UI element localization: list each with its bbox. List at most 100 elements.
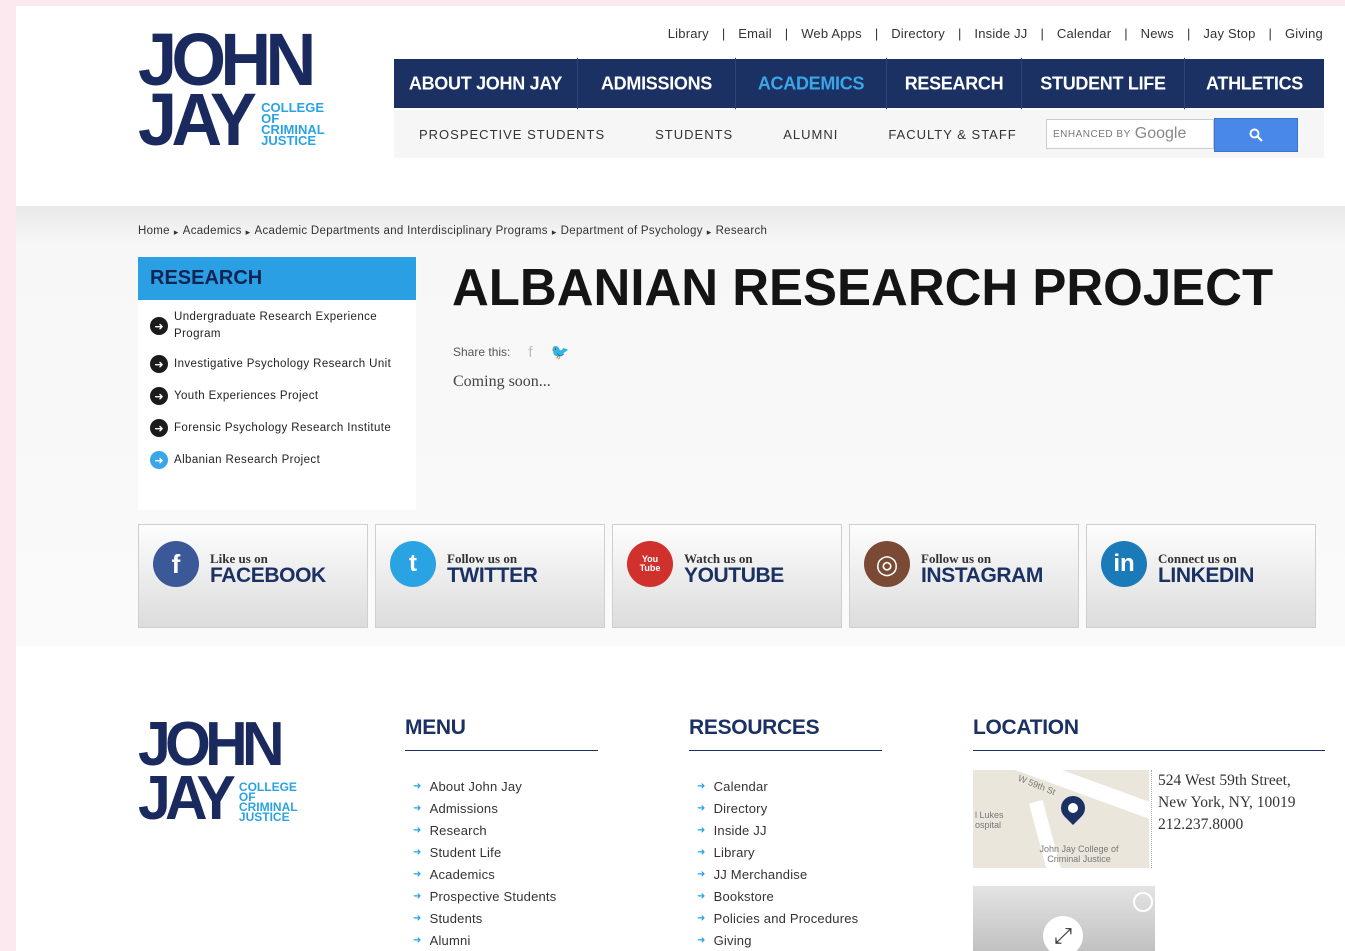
- footer-resource-link[interactable]: ➜ JJ Merchandise: [689, 863, 882, 885]
- phone-number[interactable]: 212.237.8000: [1158, 814, 1296, 836]
- footer-menu-link[interactable]: ➜ Research: [405, 819, 598, 841]
- expand-icon[interactable]: ⤢: [1043, 916, 1083, 951]
- footer-menu-link[interactable]: ➜ Admissions: [405, 797, 598, 819]
- footer-menu-link[interactable]: ➜ About John Jay: [405, 775, 598, 797]
- footer-resource-link[interactable]: ➜ Calendar: [689, 775, 882, 797]
- audience-link-students[interactable]: STUDENTS: [630, 127, 758, 142]
- arrow-right-icon: ➜: [413, 868, 422, 880]
- location-map[interactable]: W 59th St l Lukes ospital John Jay Colle…: [973, 770, 1149, 868]
- footer-location: LOCATION W 59th St l Lukes ospital John …: [973, 716, 1325, 951]
- arrow-circle-icon: ➜: [150, 317, 168, 335]
- util-link-email[interactable]: Email: [738, 26, 772, 41]
- sidebar-heading: RESEARCH: [138, 257, 416, 300]
- footer-resource-link[interactable]: ➜ Policies and Procedures: [689, 907, 882, 929]
- nav-tab-about[interactable]: ABOUT JOHN JAY: [394, 57, 578, 110]
- breadcrumb-arrow-icon: ▸: [706, 227, 712, 237]
- breadcrumb-departments[interactable]: Academic Departments and Interdisciplina…: [255, 225, 548, 239]
- audience-link-prospective[interactable]: PROSPECTIVE STUDENTS: [394, 127, 630, 142]
- nav-tab-admissions[interactable]: ADMISSIONS: [578, 57, 736, 110]
- util-link-jay-stop[interactable]: Jay Stop: [1203, 26, 1255, 41]
- breadcrumb-arrow-icon: ▸: [551, 227, 557, 237]
- arrow-right-icon: ➜: [413, 912, 422, 924]
- map-college-label: John Jay College of Criminal Justice: [1039, 844, 1119, 864]
- arrow-right-icon: ➜: [697, 912, 706, 924]
- footer-resource-link[interactable]: ➜ Inside JJ: [689, 819, 882, 841]
- arrow-right-icon: ➜: [413, 824, 422, 836]
- search-icon: [1249, 128, 1263, 142]
- site-logo[interactable]: JOHN JAY COLLEGE OF CRIMINAL JUSTICE: [138, 23, 338, 161]
- nav-tab-athletics[interactable]: ATHLETICS: [1185, 58, 1324, 109]
- footer-logo[interactable]: JOHN JAY COLLEGE OF CRIMINAL JUSTICE: [138, 714, 338, 848]
- nav-tab-research[interactable]: RESEARCH: [887, 57, 1022, 110]
- footer-menu-link[interactable]: ➜ Student Life: [405, 841, 598, 863]
- footer-menu-link[interactable]: ➜ Students: [405, 907, 598, 929]
- arrow-right-icon: ➜: [697, 802, 706, 814]
- breadcrumb-academics[interactable]: Academics: [183, 225, 242, 239]
- util-link-directory[interactable]: Directory: [891, 26, 945, 41]
- sidebar-item-forensic[interactable]: ➜ Forensic Psychology Research Institute: [138, 417, 416, 439]
- logo-sub-justice: JUSTICE: [238, 810, 290, 824]
- nav-tab-student-life[interactable]: STUDENT LIFE: [1022, 57, 1185, 110]
- util-link-news[interactable]: News: [1141, 26, 1174, 41]
- footer-menu-heading: MENU: [405, 716, 598, 751]
- nav-tab-academics[interactable]: ACADEMICS: [736, 57, 887, 110]
- footer-location-heading: LOCATION: [973, 716, 1325, 751]
- breadcrumb-arrow-icon: ▸: [245, 227, 251, 237]
- address-city: New York, NY, 10019: [1158, 794, 1296, 811]
- footer-resource-link[interactable]: ➜ Giving: [689, 929, 882, 951]
- sidebar-item-albanian[interactable]: ➜ Albanian Research Project: [138, 449, 416, 471]
- util-link-library[interactable]: Library: [668, 26, 709, 41]
- sidebar-item-youth[interactable]: ➜ Youth Experiences Project: [138, 385, 416, 407]
- search-button[interactable]: [1214, 118, 1298, 152]
- footer-resource-link[interactable]: ➜ Library: [689, 841, 882, 863]
- util-link-web-apps[interactable]: Web Apps: [801, 26, 862, 41]
- breadcrumb-home[interactable]: Home: [138, 225, 170, 239]
- arrow-right-icon: ➜: [413, 802, 422, 814]
- social-links: f Like us on FACEBOOK t Follow us on TWI…: [138, 524, 1318, 628]
- breadcrumb: Home ▸ Academics ▸ Academic Departments an…: [138, 225, 767, 239]
- compass-icon: [1133, 892, 1153, 912]
- arrow-right-icon: ➜: [413, 846, 422, 858]
- audience-link-alumni[interactable]: ALUMNI: [758, 127, 863, 142]
- breadcrumb-research[interactable]: Research: [716, 225, 768, 239]
- sidebar-item-label: Undergraduate Research Experience Progra…: [174, 311, 378, 340]
- footer-resource-link[interactable]: ➜ Directory: [689, 797, 882, 819]
- social-card-youtube[interactable]: You Tube Watch us on YOUTUBE: [612, 524, 842, 628]
- logo-line-2: JAY: [138, 764, 236, 833]
- footer-menu-link[interactable]: ➜ Prospective Students: [405, 885, 598, 907]
- arrow-right-icon: ➜: [413, 934, 422, 946]
- logo-subtitle: COLLEGE OF CRIMINAL JUSTICE: [261, 101, 325, 147]
- footer-resources-heading: RESOURCES: [689, 716, 882, 751]
- social-big-text: YOUTUBE: [684, 564, 784, 587]
- sidebar-item-investigative[interactable]: ➜ Investigative Psychology Research Unit: [138, 353, 416, 375]
- footer-menu-link[interactable]: ➜ Alumni: [405, 929, 598, 951]
- social-card-instagram[interactable]: ◎ Follow us on INSTAGRAM: [849, 524, 1079, 628]
- social-card-linkedin[interactable]: in Connect us on LINKEDIN: [1086, 524, 1316, 628]
- util-link-giving[interactable]: Giving: [1285, 26, 1323, 41]
- facebook-share-icon[interactable]: f: [528, 344, 532, 361]
- arrow-right-icon: ➜: [413, 780, 422, 792]
- search-enhanced-label: ENHANCED BY: [1053, 128, 1131, 140]
- utility-nav: Library | Email | Web Apps | Directory | Ins…: [667, 26, 1323, 41]
- util-link-inside-jj[interactable]: Inside JJ: [974, 26, 1027, 41]
- footer-resource-link[interactable]: ➜ Bookstore: [689, 885, 882, 907]
- logo-line-2: JAY: [138, 78, 257, 161]
- social-big-text: INSTAGRAM: [921, 564, 1044, 587]
- logo-subtitle: COLLEGE OF CRIMINAL JUSTICE: [238, 781, 298, 824]
- facebook-icon: f: [153, 541, 199, 587]
- content-area: Home ▸ Academics ▸ Academic Departments an…: [16, 206, 1345, 646]
- page-title: ALBANIAN RESEARCH PROJECT: [452, 259, 1274, 317]
- twitter-share-icon[interactable]: 🐦: [551, 343, 570, 361]
- sidebar-item-urep[interactable]: ➜ Undergraduate Research Experience Prog…: [138, 309, 416, 343]
- footer-menu-link[interactable]: ➜ Academics: [405, 863, 598, 885]
- social-card-twitter[interactable]: t Follow us on TWITTER: [375, 524, 605, 628]
- audience-link-faculty[interactable]: FACULTY & STAFF: [863, 127, 1041, 142]
- search-input[interactable]: ENHANCED BY Google: [1046, 119, 1214, 149]
- util-link-calendar[interactable]: Calendar: [1057, 26, 1111, 41]
- map-hospital-label: l Lukes ospital: [975, 810, 1004, 830]
- breadcrumb-arrow-icon: ▸: [173, 227, 179, 237]
- site-header: JOHN JAY COLLEGE OF CRIMINAL JUSTICE Lib…: [16, 6, 1345, 206]
- breadcrumb-psychology[interactable]: Department of Psychology: [561, 225, 703, 239]
- social-card-facebook[interactable]: f Like us on FACEBOOK: [138, 524, 368, 628]
- location-street-view[interactable]: ⤢: [973, 886, 1155, 951]
